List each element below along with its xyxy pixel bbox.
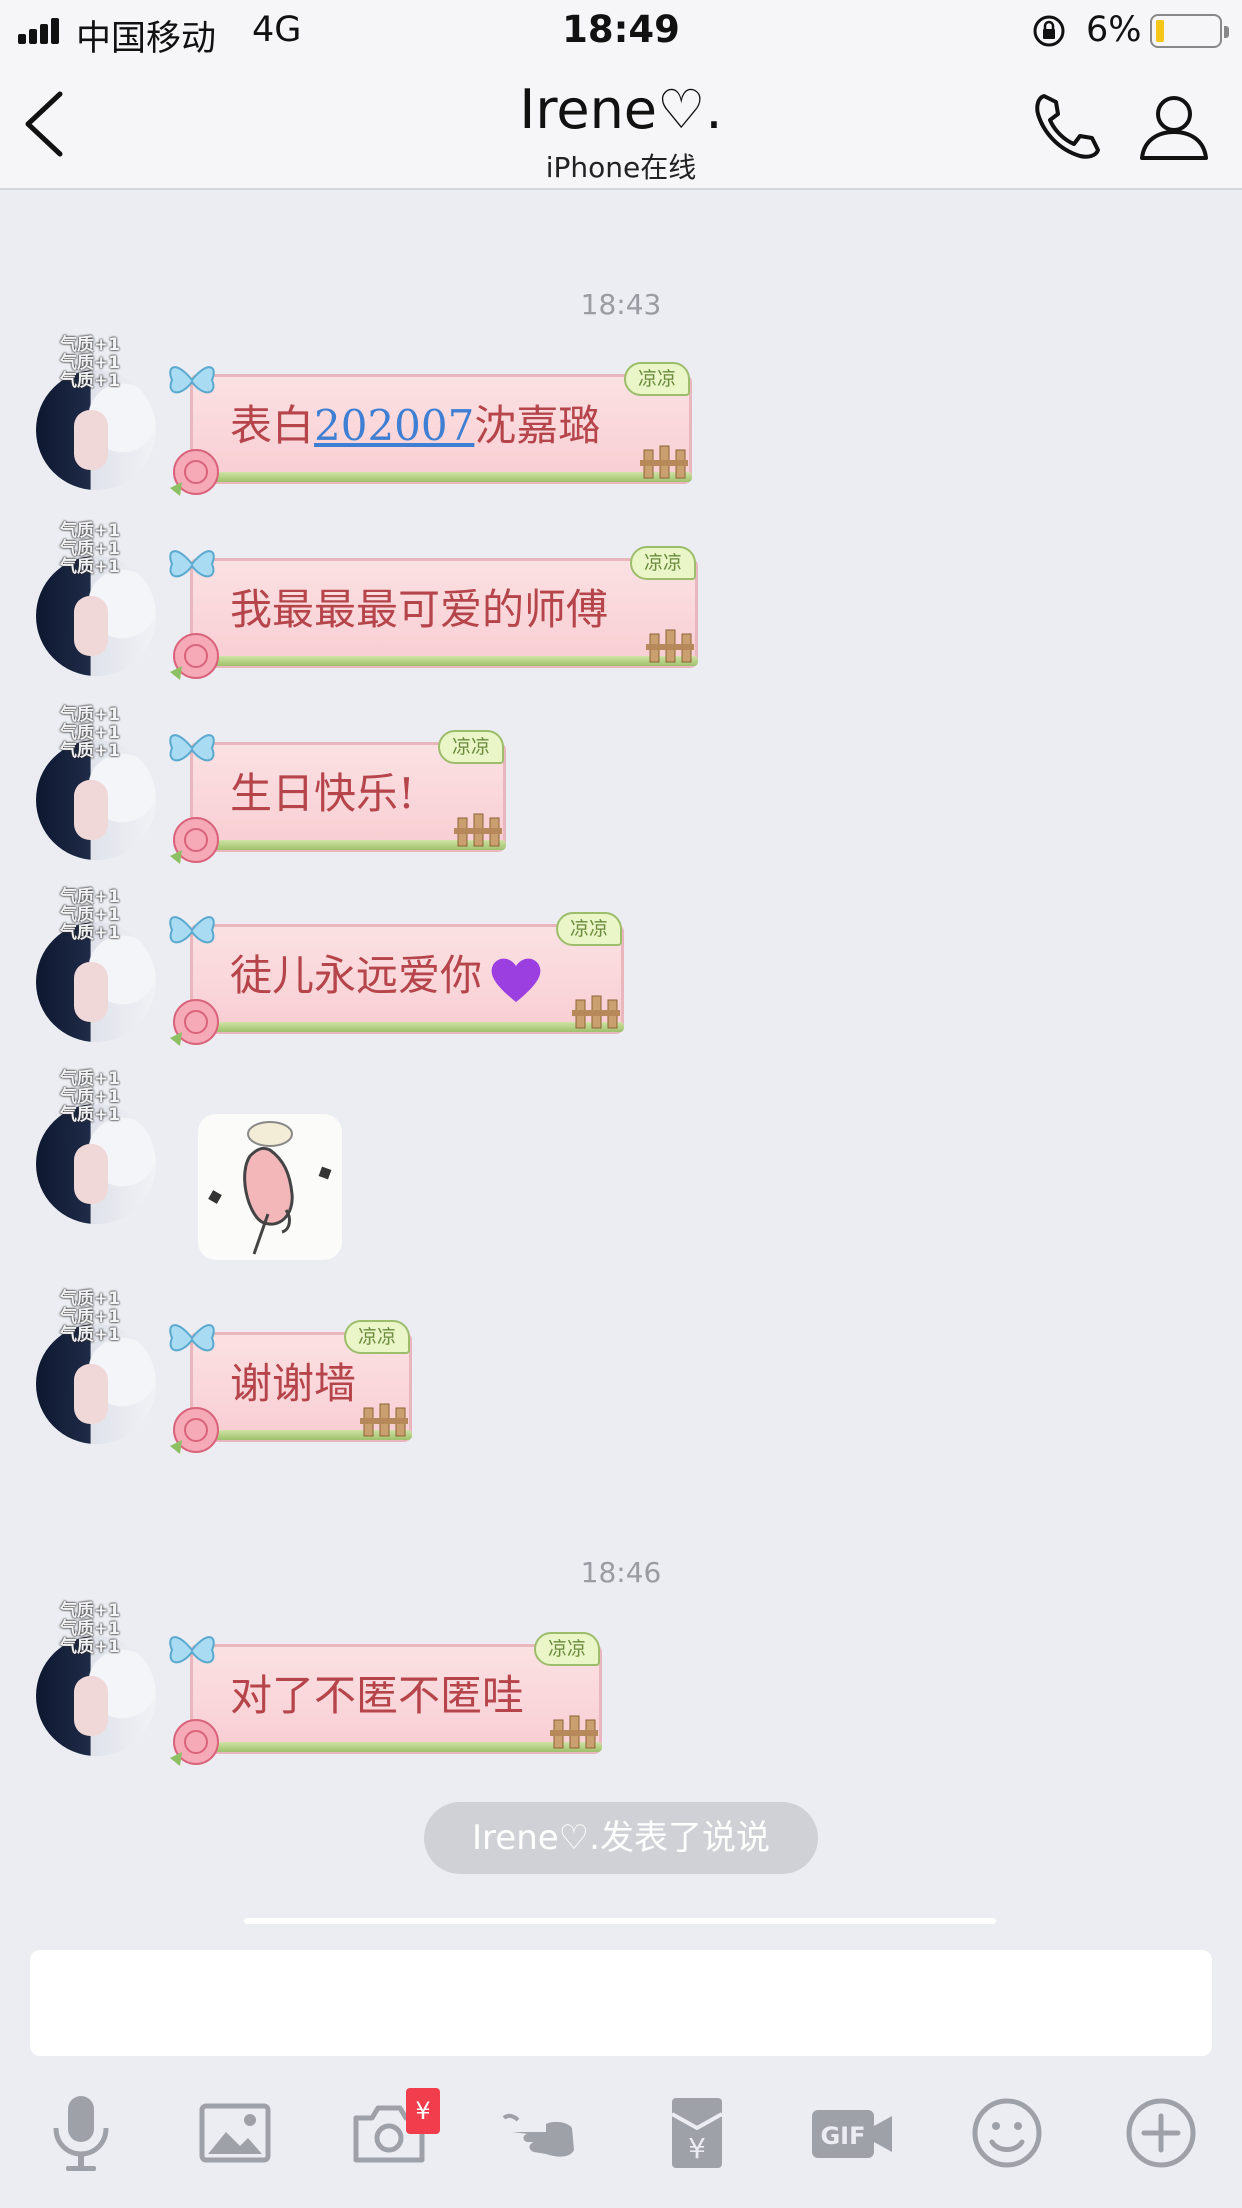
new-message-divider	[244, 1918, 996, 1924]
bubble-leaf-tag: 凉凉	[624, 362, 690, 396]
fence-icon	[454, 813, 502, 847]
message-bubble[interactable]: 凉凉 谢谢墙	[166, 1320, 412, 1454]
emoji-icon[interactable]	[962, 2088, 1052, 2178]
battery-percent: 6%	[1086, 10, 1142, 50]
image-icon[interactable]	[190, 2088, 280, 2178]
system-notice[interactable]: Irene♡.发表了说说	[424, 1802, 818, 1874]
timestamp: 18:43	[580, 288, 662, 321]
contact-avatar[interactable]: 气质+1 气质+1 气质+1	[36, 336, 156, 490]
butterfly-icon	[169, 734, 215, 762]
butterfly-icon	[169, 916, 215, 944]
message-bubble[interactable]: 凉凉 生日快乐!	[166, 730, 506, 864]
battery-icon	[1150, 14, 1229, 48]
contact-avatar[interactable]: 气质+1 气质+1 气质+1	[36, 706, 156, 860]
sticker-image[interactable]	[198, 1114, 342, 1260]
timestamp: 18:46	[580, 1556, 662, 1589]
cartoon-sticker-icon	[208, 1121, 332, 1255]
svg-text:GIF: GIF	[820, 2122, 865, 2150]
contact-avatar[interactable]: 气质+1 气质+1 气质+1	[36, 1602, 156, 1756]
contact-avatar[interactable]: 气质+1 气质+1 气质+1	[36, 1070, 156, 1224]
message-text: 谢谢墙	[230, 1359, 357, 1408]
message-link[interactable]: 202007	[314, 401, 474, 450]
purple-heart-icon	[491, 958, 541, 1002]
message-input[interactable]	[30, 1950, 1212, 2056]
rose-icon	[170, 1719, 219, 1766]
bubble-leaf-tag: 凉凉	[630, 546, 696, 580]
fence-icon	[572, 995, 620, 1029]
bubble-leaf-tag: 凉凉	[556, 912, 622, 946]
camera-red-packet-badge: ¥	[406, 2088, 440, 2134]
input-toolbar: ¥ GIF	[0, 2088, 1242, 2188]
message-text: 我最最最可爱的师傅	[230, 585, 609, 634]
plus-icon[interactable]	[1116, 2088, 1206, 2178]
contact-avatar[interactable]: 气质+1 气质+1 气质+1	[36, 522, 156, 676]
phone-call-button[interactable]	[1030, 88, 1106, 164]
message-bubble[interactable]: 凉凉 对了不匿不匿哇	[166, 1632, 602, 1766]
message-text: 表白202007沈嘉璐	[230, 401, 601, 450]
message-text: 徒儿永远爱你	[230, 942, 544, 1004]
butterfly-icon	[169, 1636, 215, 1664]
rose-icon	[170, 449, 219, 496]
bubble-leaf-tag: 凉凉	[534, 1632, 600, 1666]
rose-icon	[170, 1407, 219, 1454]
butterfly-icon	[169, 366, 215, 394]
rotation-lock-icon	[1033, 15, 1065, 47]
message-bubble[interactable]: 凉凉 我最最最可爱的师傅	[166, 546, 698, 680]
rose-icon	[170, 817, 219, 864]
nav-bar: Irene♡. iPhone在线	[0, 62, 1242, 190]
poke-icon[interactable]	[498, 2088, 588, 2178]
rose-icon	[170, 633, 219, 680]
fence-icon	[640, 445, 688, 479]
contact-avatar[interactable]: 气质+1 气质+1 气质+1	[36, 1290, 156, 1444]
fence-icon	[550, 1715, 598, 1749]
butterfly-icon	[169, 550, 215, 578]
message-text: 对了不匿不匿哇	[230, 1671, 525, 1720]
bubble-leaf-tag: 凉凉	[438, 730, 504, 764]
status-bar: 中国移动 4G 18:49 6%	[0, 0, 1242, 62]
fence-icon	[646, 629, 694, 663]
gif-icon[interactable]: GIF	[806, 2088, 896, 2178]
fence-icon	[360, 1403, 408, 1437]
rose-icon	[170, 999, 219, 1046]
svg-text:¥: ¥	[688, 2132, 706, 2165]
message-text: 生日快乐!	[230, 769, 415, 818]
profile-button[interactable]	[1136, 88, 1212, 164]
butterfly-icon	[169, 1324, 215, 1352]
microphone-icon[interactable]	[36, 2088, 126, 2178]
message-bubble[interactable]: 凉凉 表白202007沈嘉璐	[166, 362, 692, 496]
message-bubble[interactable]: 凉凉 徒儿永远爱你	[166, 912, 624, 1046]
contact-avatar[interactable]: 气质+1 气质+1 气质+1	[36, 888, 156, 1042]
red-packet-icon[interactable]: ¥	[652, 2088, 742, 2178]
bubble-leaf-tag: 凉凉	[344, 1320, 410, 1354]
